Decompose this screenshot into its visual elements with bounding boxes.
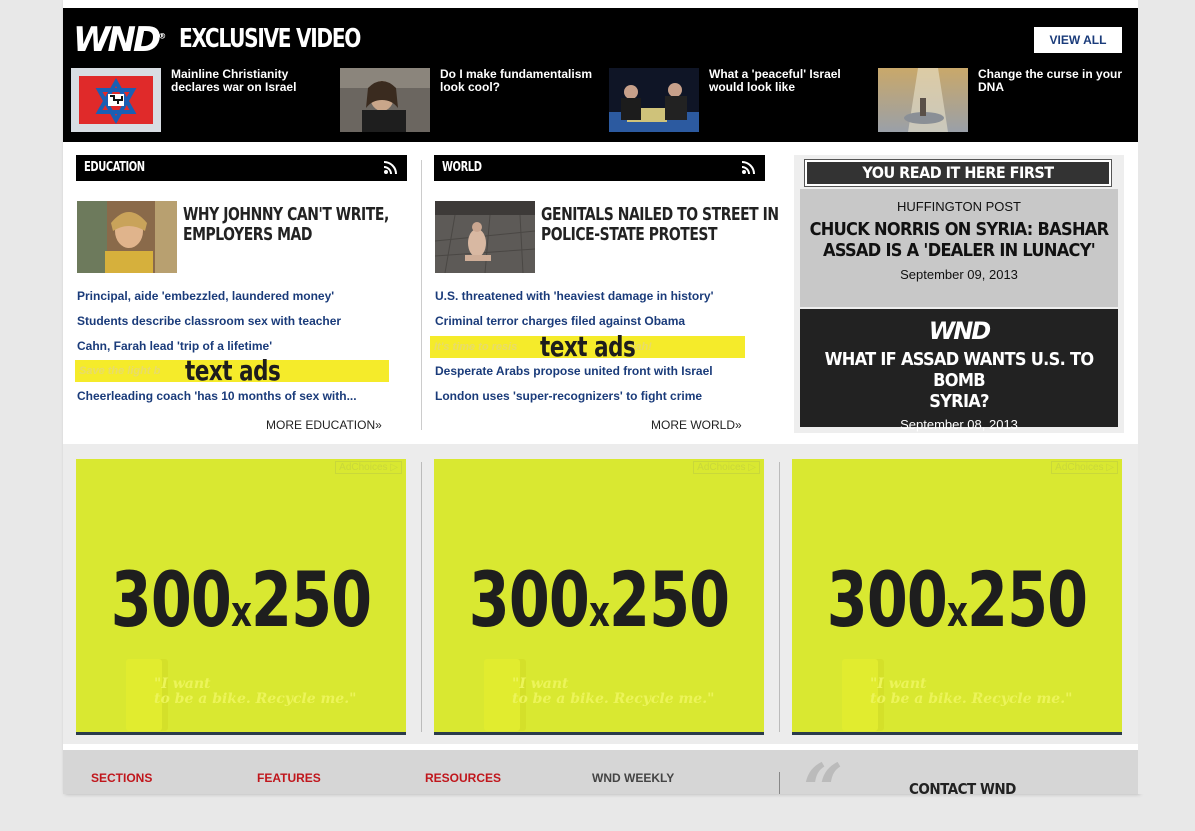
story-headline[interactable]: WHAT IF ASSAD WANTS U.S. TO BOMB SYRIA? <box>800 349 1118 412</box>
story-link[interactable]: Desperate Arabs propose united front wit… <box>435 364 755 389</box>
story-link[interactable]: Principal, aide 'embezzled, laundered mo… <box>77 289 397 314</box>
story-link[interactable]: U.S. threatened with 'heaviest damage in… <box>435 289 755 314</box>
story-date: September 08, 2013 <box>900 417 1018 432</box>
rss-icon[interactable] <box>383 161 397 175</box>
story-date: September 09, 2013 <box>900 267 1018 282</box>
video-thumbnail[interactable] <box>878 68 968 132</box>
ad-separator <box>779 462 780 732</box>
text-ads-label: text ads <box>540 330 636 363</box>
read-first-header: YOU READ IT HERE FIRST <box>804 159 1112 187</box>
read-it-here-first-box: YOU READ IT HERE FIRST HUFFINGTON POST C… <box>794 155 1124 433</box>
ad-tagline: "I want to be a bike. Recycle me." <box>512 676 715 707</box>
ad-300x250[interactable]: AdChoices ▷ "I want to be a bike. Recycle… <box>76 459 406 735</box>
footer-divider <box>779 772 780 794</box>
footer-wnd-weekly-heading[interactable]: WND WEEKLY <box>592 771 674 785</box>
ad-separator <box>421 462 422 732</box>
ad-size-label: 300x250 <box>468 555 730 644</box>
video-thumbnail[interactable] <box>71 68 161 132</box>
ad-300x250[interactable]: AdChoices ▷ "I want to be a bike. Recycle… <box>792 459 1122 735</box>
story-link[interactable]: Students describe classroom sex with tea… <box>77 314 397 339</box>
contact-wnd-heading[interactable]: CONTACT WND <box>909 780 1016 798</box>
video-item-title[interactable]: Mainline Christianity declares war on Is… <box>171 68 331 94</box>
story-headline[interactable]: CHUCK NORRIS ON SYRIA: BASHAR ASSAD IS A … <box>800 219 1118 261</box>
lead-story-image[interactable] <box>435 201 535 273</box>
ad-size-label: 300x250 <box>826 555 1088 644</box>
view-all-button[interactable]: VIEW ALL <box>1034 27 1122 53</box>
lead-story-headline[interactable]: WHY JOHNNY CAN'T WRITE, EMPLOYERS MAD <box>183 205 389 245</box>
right-gutter <box>1138 0 1195 794</box>
story-link[interactable]: Cheerleading coach 'has 10 months of sex… <box>77 389 397 414</box>
read-first-story[interactable]: WND WHAT IF ASSAD WANTS U.S. TO BOMB SYRI… <box>800 309 1118 432</box>
footer-resources-heading[interactable]: RESOURCES <box>425 771 501 785</box>
rss-icon[interactable] <box>741 161 755 175</box>
video-thumbnail[interactable] <box>340 68 430 132</box>
text-ad-text[interactable]: It's time to resis <box>434 341 517 353</box>
story-link[interactable]: London uses 'super-recognizers' to fight… <box>435 389 755 414</box>
education-links: Principal, aide 'embezzled, laundered mo… <box>77 289 397 414</box>
text-ad-text[interactable]: Save the light b <box>79 365 160 377</box>
more-world-link[interactable]: MORE WORLD» <box>651 418 742 432</box>
ad-size-label: 300x250 <box>110 555 372 644</box>
ad-300x250[interactable]: AdChoices ▷ "I want to be a bike. Recycle… <box>434 459 764 735</box>
video-item-title[interactable]: Change the curse in your DNA <box>978 68 1138 94</box>
exclusive-video-title: EXCLUSIVE VIDEO <box>179 24 361 54</box>
adchoices-link[interactable]: AdChoices ▷ <box>1051 461 1118 474</box>
quote-mark-icon: “ <box>803 748 844 831</box>
ad-tagline: "I want to be a bike. Recycle me." <box>154 676 357 707</box>
wnd-logo[interactable]: WND® <box>73 20 166 60</box>
ad-tagline: "I want to be a bike. Recycle me." <box>870 676 1073 707</box>
text-ads-label: text ads <box>185 354 281 387</box>
story-source: HUFFINGTON POST <box>897 199 1021 214</box>
footer-features-heading[interactable]: FEATURES <box>257 771 321 785</box>
education-section-header[interactable]: EDUCATION <box>76 155 407 181</box>
world-section-header[interactable]: WORLD <box>434 155 765 181</box>
section-label[interactable]: EDUCATION <box>84 160 145 175</box>
site-footer: SECTIONS FEATURES RESOURCES WND WEEKLY “… <box>63 750 1138 825</box>
video-thumbnail[interactable] <box>609 68 699 132</box>
wnd-logo: WND <box>928 317 991 345</box>
lead-story-image[interactable] <box>77 201 177 273</box>
exclusive-video-strip: WND® EXCLUSIVE VIDEO VIEW ALL Mainline C… <box>63 8 1138 142</box>
footer-sections-heading[interactable]: SECTIONS <box>91 771 152 785</box>
more-education-link[interactable]: MORE EDUCATION» <box>266 418 382 432</box>
column-divider <box>421 160 422 430</box>
lead-story-headline[interactable]: GENITALS NAILED TO STREET IN POLICE-STATE… <box>541 205 779 245</box>
video-item-title[interactable]: What a 'peaceful' Israel would look like <box>709 68 869 94</box>
adchoices-link[interactable]: AdChoices ▷ <box>693 461 760 474</box>
adchoices-link[interactable]: AdChoices ▷ <box>335 461 402 474</box>
read-first-story[interactable]: HUFFINGTON POST CHUCK NORRIS ON SYRIA: B… <box>800 189 1118 307</box>
video-item-title[interactable]: Do I make fundamentalism look cool? <box>440 68 600 94</box>
section-label[interactable]: WORLD <box>442 160 482 175</box>
